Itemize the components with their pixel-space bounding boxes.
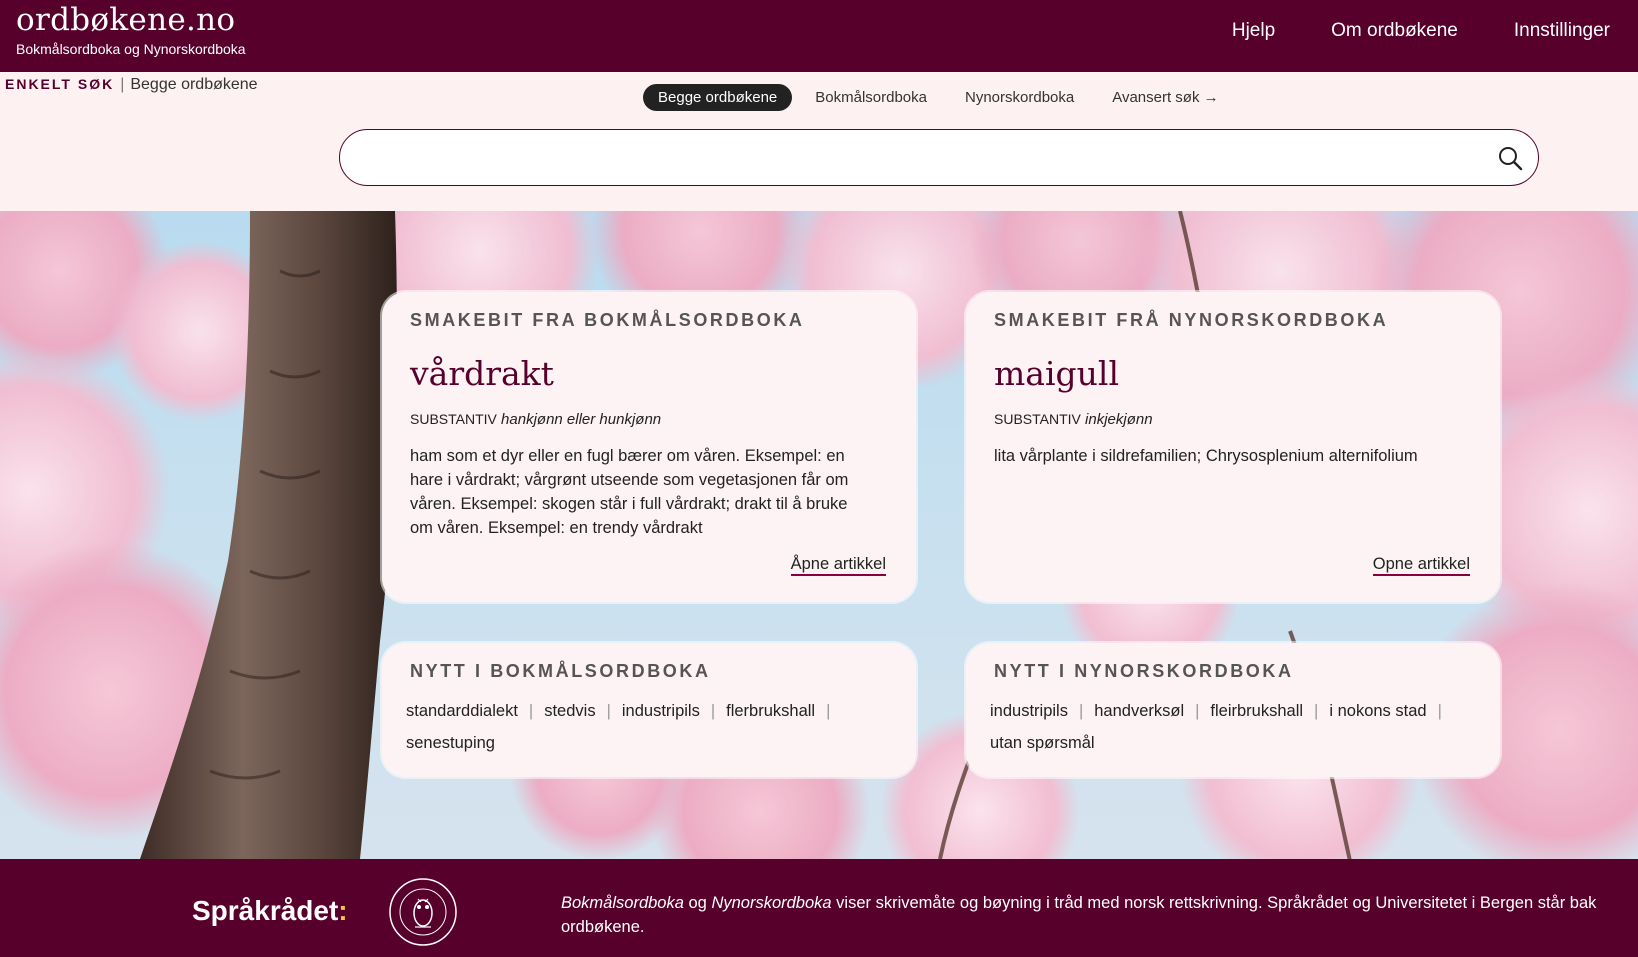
tab-nynorsk[interactable]: Nynorskordboka [950, 84, 1089, 111]
gender-label: hankjønn eller hunkjønn [501, 411, 662, 428]
definition-text: lita vårplante i sildrefamilien; Chrysos… [994, 447, 1418, 465]
divider: | [1314, 702, 1319, 720]
word-class: SUBSTANTIV inkjekjønn [994, 411, 1153, 428]
nav-settings[interactable]: Innstillinger [1514, 20, 1610, 42]
divider: | [528, 702, 534, 720]
divider: | [710, 702, 716, 720]
list-item[interactable]: senestuping [406, 734, 495, 752]
main-nav: Hjelp Om ordbøkene Innstillinger [1232, 20, 1610, 42]
search-icon[interactable] [1496, 144, 1524, 172]
headword[interactable]: vårdrakt [410, 354, 554, 393]
list-item[interactable]: flerbrukshall [726, 702, 815, 720]
list-item[interactable]: i nokons stad [1329, 702, 1426, 720]
list-item[interactable]: standarddialekt [406, 702, 518, 720]
search-box [339, 129, 1539, 186]
word-class: SUBSTANTIV hankjønn eller hunkjønn [410, 411, 661, 428]
open-article-link[interactable]: Opne artikkel [1372, 554, 1470, 576]
sprakradet-logo[interactable]: Språkrådet: [192, 895, 348, 927]
card-heading: NYTT I BOKMÅLSORDBOKA [410, 661, 711, 681]
site-footer: Språkrådet: Bokmålsordboka og Nynorskord… [0, 859, 1638, 957]
dictionary-scope-tabs: Begge ordbøkene Bokmålsordboka Nynorskor… [643, 84, 1234, 111]
list-item[interactable]: fleirbrukshall [1210, 702, 1303, 720]
nynorsk-name: Nynorskordboka [711, 894, 832, 912]
divider: | [1437, 702, 1442, 720]
site-subtitle: Bokmålsordboka og Nynorskordboka [16, 41, 246, 57]
search-mode-value: Begge ordbøkene [130, 76, 258, 93]
logo-dots-icon: : [338, 895, 348, 926]
headword[interactable]: maigull [994, 354, 1119, 393]
tab-both-dictionaries[interactable]: Begge ordbøkene [643, 84, 793, 111]
tab-bokmal[interactable]: Bokmålsordboka [800, 84, 942, 111]
definition-text: ham som et dyr eller en fugl bærer om vå… [410, 447, 849, 537]
divider: | [826, 702, 831, 720]
search-mode-indicator: ENKELT SØK | Begge ordbøkene [5, 76, 258, 94]
list-item[interactable]: industripils [622, 702, 700, 720]
card-heading: NYTT I NYNORSKORDBOKA [994, 661, 1294, 681]
nav-help[interactable]: Hjelp [1232, 20, 1275, 42]
list-item[interactable]: handverksøl [1094, 702, 1184, 720]
site-logo[interactable]: ordbøkene.no [16, 2, 235, 38]
new-in-bokmal-card: NYTT I BOKMÅLSORDBOKA standarddialekt | st… [382, 643, 916, 777]
bokmal-sample-card: SMAKEBIT FRA BOKMÅLSORDBOKA vårdrakt SUB… [382, 292, 916, 602]
word-class-label: SUBSTANTIV [994, 411, 1081, 427]
footer-description: Bokmålsordboka og Nynorskordboka viser s… [561, 891, 1621, 939]
nav-about[interactable]: Om ordbøkene [1331, 20, 1458, 42]
list-item[interactable]: industripils [990, 702, 1068, 720]
site-header: ordbøkene.no Bokmålsordboka og Nynorskor… [0, 0, 1638, 72]
new-in-nynorsk-card: NYTT I NYNORSKORDBOKA industripils | handv… [966, 643, 1500, 777]
list-item[interactable]: utan spørsmål [990, 734, 1095, 752]
new-words-list: standarddialekt | stedvis | industripils | fle… [406, 695, 886, 759]
tab-advanced-search[interactable]: Avansert søk → [1097, 84, 1233, 111]
divider: | [1195, 702, 1200, 720]
search-input[interactable] [364, 140, 1468, 176]
new-words-list: industripils | handverksøl | fleirbrukshall |… [990, 695, 1470, 759]
bokmal-name: Bokmålsordboka [561, 894, 684, 912]
card-heading: SMAKEBIT FRÅ NYNORSKORDBOKA [994, 310, 1389, 330]
list-item[interactable]: stedvis [544, 702, 595, 720]
divider: | [606, 702, 611, 720]
uib-seal-logo[interactable] [388, 877, 458, 952]
word-class-label: SUBSTANTIV [410, 411, 497, 427]
gender-label: inkjekjønn [1085, 411, 1153, 428]
footer-conjunction: og [683, 894, 712, 912]
card-heading: SMAKEBIT FRA BOKMÅLSORDBOKA [410, 310, 805, 330]
divider: | [1078, 702, 1084, 720]
nynorsk-sample-card: SMAKEBIT FRÅ NYNORSKORDBOKA maigull SUBS… [966, 292, 1500, 602]
open-article-link[interactable]: Åpne artikkel [790, 554, 886, 576]
sprakradet-logo-text: Språkrådet [192, 895, 339, 926]
search-mode-label: ENKELT SØK [5, 76, 115, 92]
divider: | [120, 76, 125, 93]
